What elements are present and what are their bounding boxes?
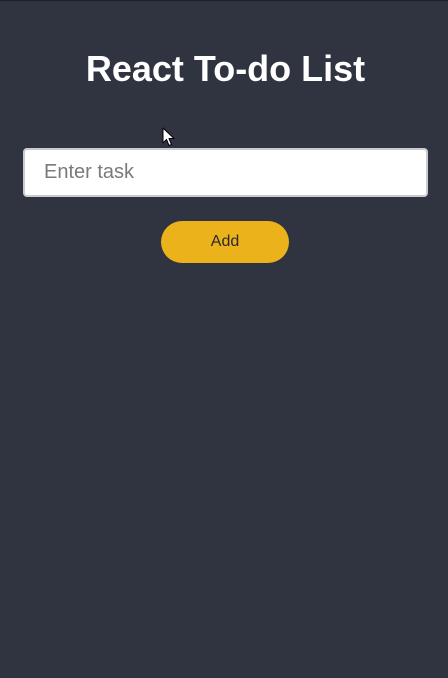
task-input[interactable] bbox=[23, 148, 428, 197]
page-title: React To-do List bbox=[85, 48, 366, 89]
todo-app: React To-do List Add bbox=[0, 0, 448, 678]
add-button[interactable]: Add bbox=[161, 221, 289, 263]
mouse-pointer-icon bbox=[162, 127, 175, 146]
